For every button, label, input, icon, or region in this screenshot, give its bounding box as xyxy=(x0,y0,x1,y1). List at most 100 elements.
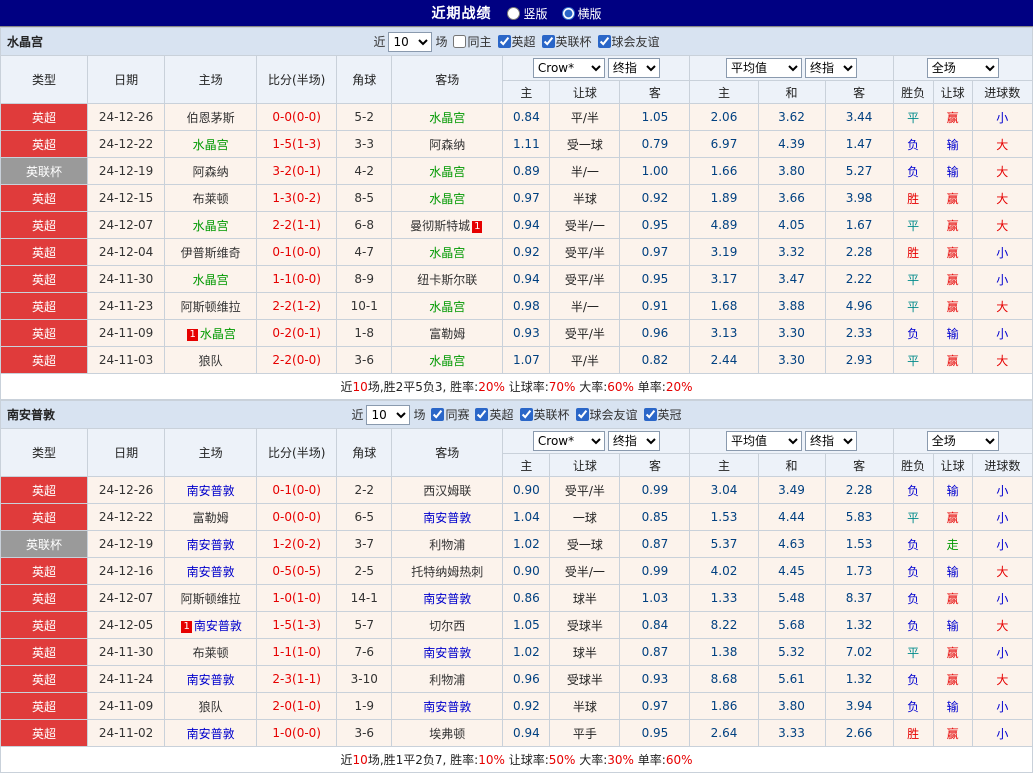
score-cell: 0-0(0-0) xyxy=(256,103,338,131)
avg-draw-cell: 3.30 xyxy=(757,346,826,374)
league-filter[interactable]: 英联杯 xyxy=(519,406,570,423)
league-cell: 英超 xyxy=(0,103,89,131)
away-team-name: 利物浦 xyxy=(429,672,466,687)
avg-home-cell: 1.86 xyxy=(689,692,759,720)
league-filter-checkbox[interactable] xyxy=(643,408,657,421)
match-count-select[interactable]: 10 xyxy=(366,404,411,425)
league-filter[interactable]: 英超 xyxy=(475,406,514,423)
page-title: 近期战绩 xyxy=(431,6,492,22)
odds-stage-select[interactable]: 终指 xyxy=(607,58,660,78)
league-filter-label: 英联杯 xyxy=(555,35,592,49)
league-filter[interactable]: 球会友谊 xyxy=(575,406,638,423)
away-odds-cell: 1.05 xyxy=(619,103,691,131)
match-row: 英超 24-11-24 南安普敦 2-3(1-1) 3-10 利物浦 0.96 … xyxy=(0,665,1033,693)
summary-part: 近 xyxy=(340,380,353,394)
goals-result-cell: 大 xyxy=(971,184,1033,212)
avg-away-cell: 4.96 xyxy=(824,292,894,320)
avg-away-cell: 2.33 xyxy=(824,319,894,347)
goals-result-cell: 小 xyxy=(971,719,1033,747)
avg-away-cell: 2.28 xyxy=(824,476,894,504)
handicap-line-cell: 一球 xyxy=(549,503,621,531)
league-filter-checkbox[interactable] xyxy=(597,35,611,48)
date-cell: 24-12-07 xyxy=(87,211,166,239)
league-filter[interactable]: 球会友谊 xyxy=(597,33,660,50)
avg-home-cell: 2.06 xyxy=(689,103,759,131)
filter-bar: 近 10 场 同赛 英超 英联杯 球会友谊 英冠 xyxy=(351,404,682,425)
col-odds-away: 客 xyxy=(619,453,691,477)
away-odds-cell: 1.03 xyxy=(619,584,691,612)
score-cell: 0-1(0-0) xyxy=(256,238,338,266)
home-team-cell: 1 南安普敦 xyxy=(164,611,258,639)
league-filter-group: 同赛 英超 英联杯 球会友谊 英冠 xyxy=(428,406,682,423)
average-stage-select[interactable]: 终指 xyxy=(805,431,858,451)
league-filter[interactable]: 英冠 xyxy=(643,406,682,423)
odds-company-select[interactable]: Crow* xyxy=(532,58,605,78)
layout-radio[interactable]: 横版 xyxy=(561,5,602,22)
league-cell: 英超 xyxy=(0,665,89,693)
home-team-cell: 南安普敦 xyxy=(164,476,258,504)
avg-draw-cell: 3.32 xyxy=(757,238,826,266)
summary-row: 近10场,胜1平2负7, 胜率:10% 让球率:50% 大率:30% 单率:60… xyxy=(0,746,1033,773)
away-team-name: 水晶宫 xyxy=(429,164,466,179)
summary-part: 20% xyxy=(478,380,505,394)
away-team-cell: 水晶宫 xyxy=(391,292,504,320)
date-cell: 24-12-22 xyxy=(87,130,166,158)
league-filter[interactable]: 同主 xyxy=(453,33,492,50)
avg-home-cell: 1.38 xyxy=(689,638,759,666)
avg-draw-cell: 3.30 xyxy=(757,319,826,347)
home-team-name: 南安普敦 xyxy=(193,618,242,633)
score-cell: 3-2(0-1) xyxy=(256,157,338,185)
league-cell: 英超 xyxy=(0,292,89,320)
date-cell: 24-12-19 xyxy=(87,157,166,185)
league-filter-checkbox[interactable] xyxy=(475,408,489,421)
handicap-line-cell: 受平/半 xyxy=(549,238,621,266)
league-cell: 英超 xyxy=(0,238,89,266)
matches-label: 场 xyxy=(413,408,426,422)
average-select[interactable]: 平均值 xyxy=(726,58,803,78)
near-label: 近 xyxy=(351,408,364,422)
match-count-select[interactable]: 10 xyxy=(388,31,433,52)
score-cell: 2-2(1-2) xyxy=(256,292,338,320)
league-filter[interactable]: 英超 xyxy=(497,33,536,50)
avg-away-cell: 1.32 xyxy=(824,665,894,693)
avg-draw-cell: 4.45 xyxy=(757,557,826,585)
avg-home-cell: 8.22 xyxy=(689,611,759,639)
section-header-band: 南安普敦 近 10 场 同赛 英超 英联杯 球会友谊 英冠 xyxy=(0,400,1033,429)
handicap-result-cell: 赢 xyxy=(932,265,973,293)
odds-company-select[interactable]: Crow* xyxy=(532,431,605,451)
match-row: 英超 24-11-03 狼队 2-2(0-0) 3-6 水晶宫 1.07 平/半… xyxy=(0,346,1033,374)
goals-result-cell: 大 xyxy=(971,157,1033,185)
home-team-name: 南安普敦 xyxy=(186,537,235,552)
avg-draw-cell: 5.68 xyxy=(757,611,826,639)
match-row: 英超 24-12-22 水晶宫 1-5(1-3) 3-3 阿森纳 1.11 受一… xyxy=(0,130,1033,158)
result-cell: 平 xyxy=(892,638,934,666)
layout-radio-input[interactable] xyxy=(561,6,575,20)
league-filter-checkbox[interactable] xyxy=(519,408,533,421)
league-filter-checkbox[interactable] xyxy=(497,35,511,48)
layout-radio[interactable]: 竖版 xyxy=(507,5,548,22)
league-filter-checkbox[interactable] xyxy=(575,408,589,421)
home-team-cell: 阿斯顿维拉 xyxy=(164,292,258,320)
average-stage-select[interactable]: 终指 xyxy=(805,58,858,78)
scope-select[interactable]: 全场 xyxy=(926,431,999,451)
home-team-cell: 水晶宫 xyxy=(164,211,258,239)
league-filter[interactable]: 英联杯 xyxy=(541,33,592,50)
league-filter-checkbox[interactable] xyxy=(453,35,467,48)
avg-home-cell: 3.19 xyxy=(689,238,759,266)
handicap-result-cell: 输 xyxy=(932,157,973,185)
goals-result-cell: 小 xyxy=(971,584,1033,612)
scope-select[interactable]: 全场 xyxy=(926,58,999,78)
avg-draw-cell: 3.47 xyxy=(757,265,826,293)
league-filter-checkbox[interactable] xyxy=(541,35,555,48)
handicap-result-cell: 赢 xyxy=(932,238,973,266)
league-filter-checkbox[interactable] xyxy=(431,408,445,421)
odds-stage-select[interactable]: 终指 xyxy=(607,431,660,451)
league-filter[interactable]: 同赛 xyxy=(431,406,469,423)
average-select[interactable]: 平均值 xyxy=(726,431,803,451)
layout-radio-input[interactable] xyxy=(507,6,521,20)
home-odds-cell: 0.86 xyxy=(502,584,551,612)
col-away: 客场 xyxy=(391,55,504,104)
match-row: 英超 24-11-30 布莱顿 1-1(1-0) 7-6 南安普敦 1.02 球… xyxy=(0,638,1033,666)
col-goals: 进球数 xyxy=(971,80,1033,104)
home-team-name: 南安普敦 xyxy=(186,483,235,498)
